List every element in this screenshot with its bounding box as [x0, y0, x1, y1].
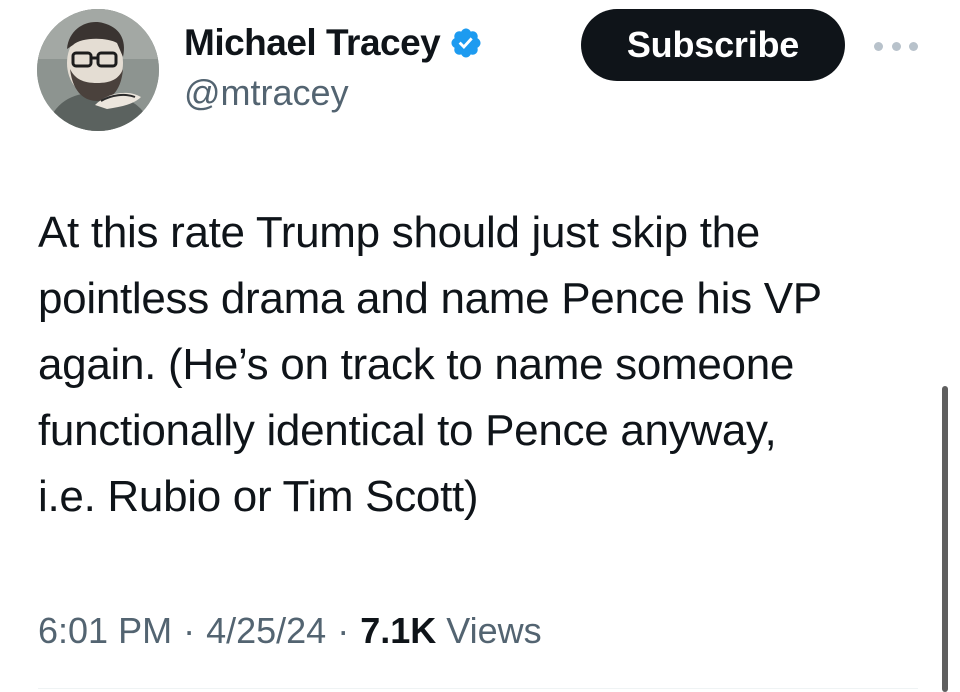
tweet-text-line: i.e. Rubio or Tim Scott): [38, 472, 479, 521]
tweet-text-line: At this rate Trump should just skip the: [38, 208, 760, 257]
meta-separator: ·: [183, 610, 196, 651]
views-label: Views: [446, 610, 542, 651]
tweet-text: At this rate Trump should just skip the …: [38, 200, 918, 530]
author-display-name[interactable]: Michael Tracey: [184, 22, 441, 64]
tweet-text-line: pointless drama and name Pence his VP: [38, 274, 822, 323]
tweet-text-line: again. (He’s on track to name someone: [38, 340, 795, 389]
more-dot: [909, 41, 918, 51]
avatar[interactable]: [37, 9, 159, 131]
more-dot: [874, 41, 883, 51]
tweet-card: Michael Tracey @mtracey Subscribe At thi…: [0, 0, 960, 692]
tweet-meta: 6:01 PM · 4/25/24 · 7.1K Views: [38, 606, 542, 656]
author-handle[interactable]: @mtracey: [184, 72, 349, 114]
more-dot: [891, 41, 901, 51]
views-count[interactable]: 7.1K: [360, 610, 436, 652]
tweet-time[interactable]: 6:01 PM: [38, 610, 172, 652]
more-horizontal-icon[interactable]: [874, 36, 918, 56]
subscribe-button[interactable]: Subscribe: [581, 9, 845, 81]
divider: [38, 688, 918, 689]
meta-separator: ·: [337, 610, 350, 651]
scrollbar[interactable]: [942, 386, 948, 692]
verified-badge-icon: [451, 28, 481, 58]
author-name-row[interactable]: Michael Tracey: [184, 18, 483, 68]
tweet-text-line: functionally identical to Pence anyway,: [38, 406, 777, 455]
avatar-illustration-icon: [37, 9, 159, 131]
tweet-date[interactable]: 4/25/24: [206, 610, 326, 652]
